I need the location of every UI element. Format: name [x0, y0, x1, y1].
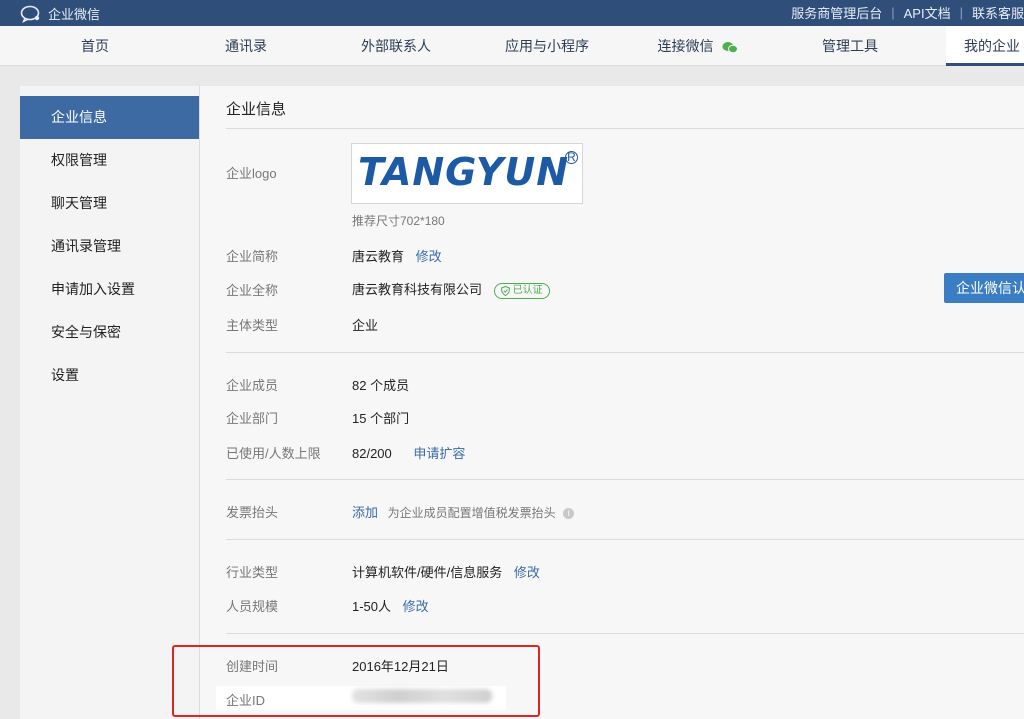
enterprise-logo[interactable]: TANGYUN R — [351, 143, 583, 204]
logo-wordmark: TANGYUN — [358, 150, 570, 194]
tab-contacts[interactable]: 通讯录 — [196, 26, 296, 66]
separator: | — [891, 5, 895, 20]
separator: | — [959, 5, 963, 20]
info-icon[interactable]: i — [563, 508, 575, 520]
sidebar-item-enterprise-info[interactable]: 企业信息 — [20, 96, 199, 139]
sidebar-item-settings[interactable]: 设置 — [20, 354, 199, 397]
industry-label: 行业类型 — [226, 565, 279, 580]
wecom-logo-icon — [20, 5, 40, 23]
top-bar: 企业微信 服务商管理后台 | API文档 | 联系客服 — [0, 0, 1024, 26]
tab-connect-wechat-label: 连接微信 — [657, 38, 714, 54]
contact-support-link[interactable]: 联系客服 — [972, 3, 1024, 22]
invoice-row: 添加 为企业成员配置增值税发票抬头 i — [352, 502, 575, 521]
edit-short-name-link[interactable]: 修改 — [416, 249, 442, 264]
full-name-value: 唐云教育科技有限公司 — [352, 282, 483, 297]
wechat-icon — [722, 41, 739, 53]
tab-management-tools[interactable]: 管理工具 — [800, 26, 900, 66]
edit-industry-link[interactable]: 修改 — [514, 565, 540, 580]
api-docs-link[interactable]: API文档 — [904, 3, 951, 22]
sidebar-item-security[interactable]: 安全与保密 — [20, 311, 199, 354]
industry-row: 计算机软件/硬件/信息服务 修改 — [352, 562, 540, 581]
capacity-value: 82/200 — [352, 446, 392, 461]
full-name-row: 唐云教育科技有限公司 已认证 — [352, 279, 550, 299]
verified-badge-label: 已认证 — [512, 284, 543, 296]
invoice-description: 为企业成员配置增值税发票抬头 — [387, 506, 556, 520]
logo-label: 企业logo — [226, 166, 277, 181]
tab-apps[interactable]: 应用与小程序 — [497, 26, 597, 66]
divider — [226, 633, 1024, 634]
staff-size-label: 人员规模 — [226, 599, 279, 614]
divider — [226, 539, 1024, 540]
add-invoice-link[interactable]: 添加 — [352, 505, 378, 520]
sidebar-item-contacts-management[interactable]: 通讯录管理 — [20, 225, 199, 268]
full-name-label: 企业全称 — [226, 283, 279, 298]
wecom-verify-button[interactable]: 企业微信认 — [944, 273, 1024, 303]
request-expansion-link[interactable]: 申请扩容 — [413, 446, 465, 461]
logo-size-hint: 推荐尺寸702*180 — [352, 214, 445, 228]
staff-size-row: 1-50人 修改 — [352, 596, 429, 615]
members-value: 82 个成员 — [352, 378, 410, 393]
divider — [226, 352, 1024, 353]
short-name-value: 唐云教育 — [352, 249, 405, 264]
short-name-label: 企业简称 — [226, 249, 279, 264]
short-name-row: 唐云教育 修改 — [352, 246, 442, 265]
industry-value: 计算机软件/硬件/信息服务 — [352, 565, 503, 580]
capacity-label: 已使用/人数上限 — [226, 446, 321, 461]
verified-badge: 已认证 — [493, 282, 550, 299]
enterprise-info-panel: 企业信息 企业logo TANGYUN R 推荐尺寸702*180 企业简称 唐… — [200, 86, 1024, 719]
entity-type-label: 主体类型 — [226, 318, 279, 333]
divider — [226, 128, 1024, 129]
brand[interactable]: 企业微信 — [20, 4, 100, 23]
departments-label: 企业部门 — [226, 411, 279, 426]
sidebar-item-join-settings[interactable]: 申请加入设置 — [20, 268, 199, 311]
staff-size-value: 1-50人 — [352, 599, 392, 614]
members-label: 企业成员 — [226, 378, 279, 393]
tab-my-enterprise[interactable]: 我的企业 — [946, 26, 1024, 66]
entity-type-value: 企业 — [352, 318, 379, 333]
edit-staff-size-link[interactable]: 修改 — [403, 599, 429, 614]
tab-home[interactable]: 首页 — [45, 26, 145, 66]
highlight-box — [172, 645, 540, 717]
capacity-row: 82/200 申请扩容 — [352, 443, 465, 462]
divider — [226, 479, 1024, 480]
registered-mark-icon: R — [565, 151, 578, 164]
brand-name: 企业微信 — [48, 7, 101, 22]
sidebar-item-permissions[interactable]: 权限管理 — [20, 139, 199, 182]
main-nav: 首页 通讯录 外部联系人 应用与小程序 连接微信 管理工具 我的企业 — [0, 26, 1024, 66]
service-admin-link[interactable]: 服务商管理后台 — [791, 3, 882, 22]
tab-external-contacts[interactable]: 外部联系人 — [346, 26, 446, 66]
top-links: 服务商管理后台 | API文档 | 联系客服 — [791, 3, 1024, 22]
shield-check-icon — [500, 285, 510, 296]
sidebar-item-chat-management[interactable]: 聊天管理 — [20, 182, 199, 225]
tab-connect-wechat[interactable]: 连接微信 — [648, 26, 748, 66]
sidebar: 企业信息 权限管理 聊天管理 通讯录管理 申请加入设置 安全与保密 设置 — [20, 86, 200, 719]
page-title: 企业信息 — [226, 101, 287, 118]
invoice-label: 发票抬头 — [226, 505, 279, 520]
departments-value: 15 个部门 — [352, 411, 410, 426]
